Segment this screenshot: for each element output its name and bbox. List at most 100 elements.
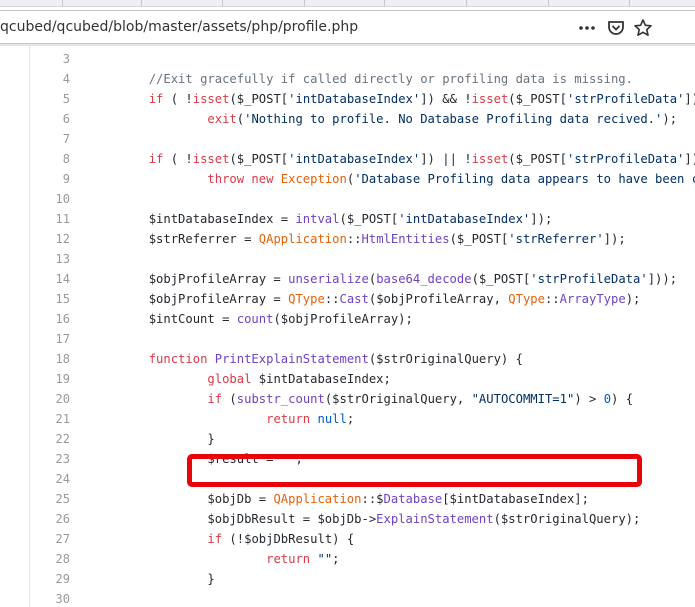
code-line: 19 global $intDatabaseIndex; (0, 369, 695, 389)
code-token: 'Nothing to profile. No Database Profili… (244, 112, 663, 126)
code-token: ); (625, 292, 641, 306)
code-text: $intDatabaseIndex = intval($_POST['intDa… (90, 209, 553, 229)
code-token: count (236, 312, 274, 326)
code-text: } (90, 429, 215, 449)
tab-separator (384, 0, 385, 6)
line-number[interactable]: 30 (30, 589, 70, 607)
line-number[interactable]: 25 (30, 489, 70, 509)
code-text: $strReferrer = QApplication::HtmlEntitie… (90, 229, 626, 249)
code-line: 16 $intCount = count($objProfileArray); (0, 309, 695, 329)
code-line: 26 $objDbResult = $objDb->ExplainStateme… (0, 509, 695, 529)
url-text[interactable]: qcubed/qcubed/blob/master/assets/php/pro… (0, 19, 358, 35)
tab-separator (222, 0, 223, 6)
code-token: if (207, 392, 223, 406)
line-number[interactable]: 8 (30, 149, 70, 169)
line-number[interactable]: 15 (30, 289, 70, 309)
code-token: QType (508, 292, 545, 306)
line-number[interactable]: 20 (30, 389, 70, 409)
code-line: 30 (0, 589, 695, 607)
tab-strip (0, 0, 695, 7)
line-number[interactable]: 14 (30, 269, 70, 289)
code-token: QApplication (258, 232, 347, 246)
code-text: if (substr_count($strOriginalQuery, "AUT… (90, 389, 633, 409)
code-line: 3 (0, 49, 695, 69)
line-number[interactable]: 18 (30, 349, 70, 369)
more-icon[interactable] (578, 18, 598, 38)
code-token: $strReferrer = (90, 232, 259, 246)
line-number[interactable]: 17 (30, 329, 70, 349)
highlight-box (187, 454, 642, 487)
code-token: ) { (611, 392, 634, 406)
tab-separator (141, 0, 142, 6)
code-text: global $intDatabaseIndex; (90, 369, 390, 389)
line-number[interactable]: 22 (30, 429, 70, 449)
line-number[interactable]: 6 (30, 109, 70, 129)
code-token: isset (471, 152, 509, 166)
code-text: return ""; (90, 549, 339, 569)
line-number[interactable]: 21 (30, 409, 70, 429)
code-token: "AUTOCOMMIT=1" (471, 392, 575, 406)
code-text: //Exit gracefully if called directly or … (90, 69, 633, 89)
code-token: $objProfileArray = (90, 292, 289, 306)
line-number[interactable]: 11 (30, 209, 70, 229)
line-number[interactable]: 9 (30, 169, 70, 189)
line-number[interactable]: 12 (30, 229, 70, 249)
code-token: ($_POST[ (508, 92, 567, 106)
code-token: 'intDatabaseIndex' (288, 152, 421, 166)
code-text: throw new Exception('Database Profiling … (90, 169, 695, 189)
code-line: 17 (0, 329, 695, 349)
code-token: $objDbResult = $objDb-> (90, 512, 377, 526)
line-number[interactable]: 5 (30, 89, 70, 109)
line-number[interactable]: 13 (30, 249, 70, 269)
code-token: } (90, 572, 215, 586)
code-line: 6 exit('Nothing to profile. No Database … (0, 109, 695, 129)
pocket-icon[interactable] (606, 18, 626, 38)
code-token: ArrayType (559, 292, 626, 306)
star-icon[interactable] (633, 18, 653, 38)
code-text: $objDb = QApplication::$Database[$intDat… (90, 489, 589, 509)
code-token: ]); (530, 212, 553, 226)
code-line: 15 $objProfileArray = QType::Cast($objPr… (0, 289, 695, 309)
code-token: :: (544, 292, 560, 306)
code-line: 28 return ""; (0, 549, 695, 569)
code-token: 0 (603, 392, 612, 406)
line-number[interactable]: 24 (30, 469, 70, 489)
line-number[interactable]: 27 (30, 529, 70, 549)
line-number[interactable]: 16 (30, 309, 70, 329)
line-number[interactable]: 10 (30, 189, 70, 209)
line-number[interactable]: 19 (30, 369, 70, 389)
code-token: if (148, 92, 164, 106)
code-text: function PrintExplainStatement($strOrigi… (90, 349, 523, 369)
code-token: "" (317, 552, 333, 566)
code-token: Database (383, 492, 443, 506)
code-token: ($_POST[ (449, 232, 509, 246)
code-line: 21 return null; (0, 409, 695, 429)
code-text: } (90, 569, 215, 589)
address-bar[interactable]: qcubed/qcubed/blob/master/assets/php/pro… (0, 10, 695, 44)
line-number[interactable]: 4 (30, 69, 70, 89)
code-line: 27 if (!$objDbResult) { (0, 529, 695, 549)
code-token: if (207, 532, 223, 546)
code-token: intval (295, 212, 340, 226)
line-number[interactable]: 26 (30, 509, 70, 529)
code-token: ($_POST[ (339, 212, 399, 226)
line-number[interactable]: 7 (30, 129, 70, 149)
line-number[interactable]: 23 (30, 449, 70, 469)
line-number[interactable]: 3 (30, 49, 70, 69)
code-token: ); (662, 112, 678, 126)
code-line: 4 //Exit gracefully if called directly o… (0, 69, 695, 89)
code-token: ]) || ! (420, 152, 472, 166)
code-line: 9 throw new Exception('Database Profilin… (0, 169, 695, 189)
code-token: Cast (339, 292, 369, 306)
code-token: } (90, 432, 215, 446)
code-token: $objDb = (90, 492, 274, 506)
code-text: if ( !isset($_POST['intDatabaseIndex']) … (90, 89, 695, 109)
line-number[interactable]: 28 (30, 549, 70, 569)
code-text: $objProfileArray = unserialize(base64_de… (90, 269, 677, 289)
line-number[interactable]: 29 (30, 569, 70, 589)
